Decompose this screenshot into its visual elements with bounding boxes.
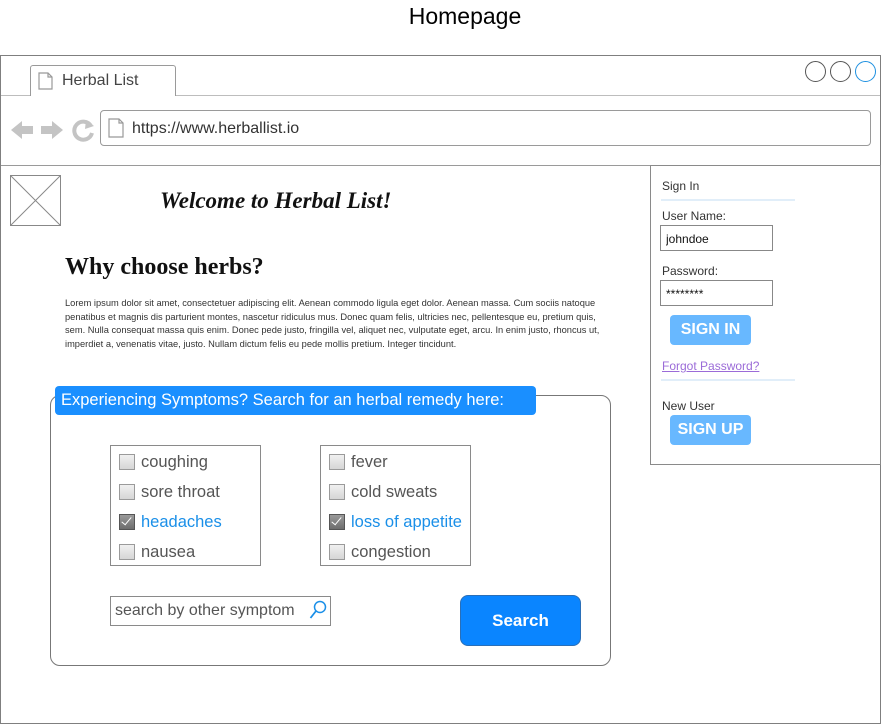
window-control-maximize[interactable]: [830, 61, 851, 82]
checkbox-label: congestion: [351, 542, 431, 561]
page-title: Homepage: [408, 3, 522, 29]
section-heading: Why choose herbs?: [65, 254, 264, 280]
other-symptom-input[interactable]: [115, 600, 305, 622]
search-banner: Experiencing Symptoms? Search for an her…: [55, 386, 536, 415]
sign-in-button[interactable]: SIGN IN: [670, 315, 751, 345]
symptom-checklist-left: coughing sore throat headaches nausea: [110, 445, 261, 566]
url-text[interactable]: https://www.herballist.io: [132, 119, 299, 139]
search-button[interactable]: Search: [460, 595, 581, 646]
forward-arrow-icon[interactable]: [41, 121, 63, 139]
checkbox-fever[interactable]: fever: [329, 451, 388, 473]
checkbox-loss-of-appetite[interactable]: loss of appetite: [329, 511, 462, 533]
checkbox-box[interactable]: [119, 544, 135, 560]
username-field[interactable]: [660, 225, 773, 251]
checkbox-label: coughing: [141, 452, 208, 471]
symptom-checklist-right: fever cold sweats loss of appetite conge…: [320, 445, 471, 566]
checkbox-box[interactable]: [329, 454, 345, 470]
nav-buttons: [11, 119, 94, 142]
tab-title: Herbal List: [62, 72, 139, 89]
welcome-heading: Welcome to Herbal List!: [160, 188, 392, 213]
checkbox-label: headaches: [141, 512, 222, 531]
checkbox-box[interactable]: [119, 514, 135, 530]
checkbox-nausea[interactable]: nausea: [119, 541, 195, 563]
checkbox-box[interactable]: [119, 484, 135, 500]
checkbox-label: fever: [351, 452, 388, 471]
username-label: User Name:: [662, 209, 727, 223]
page-icon: [108, 118, 124, 138]
password-label: Password:: [662, 264, 719, 278]
sign-up-button[interactable]: SIGN UP: [670, 415, 751, 445]
back-arrow-icon[interactable]: [11, 121, 33, 139]
forgot-password-link[interactable]: Forgot Password?: [662, 359, 759, 373]
checkbox-headaches[interactable]: headaches: [119, 511, 222, 533]
password-field[interactable]: [660, 280, 773, 306]
checkbox-box[interactable]: [119, 454, 135, 470]
divider: [661, 379, 795, 381]
checkbox-box[interactable]: [329, 484, 345, 500]
password-input[interactable]: [666, 285, 766, 302]
checkbox-sore-throat[interactable]: sore throat: [119, 481, 220, 503]
checkbox-coughing[interactable]: coughing: [119, 451, 208, 473]
sign-in-title: Sign In: [662, 179, 700, 193]
other-symptom-search[interactable]: [110, 596, 331, 626]
checkbox-label: nausea: [141, 542, 196, 561]
divider: [661, 199, 795, 201]
search-icon[interactable]: [309, 600, 327, 620]
page-icon: [38, 72, 53, 90]
checkbox-cold-sweats[interactable]: cold sweats: [329, 481, 437, 503]
checkbox-congestion[interactable]: congestion: [329, 541, 431, 563]
window-control-minimize[interactable]: [805, 61, 826, 82]
body-paragraph: Lorem ipsum dolor sit amet, consectetuer…: [65, 298, 600, 349]
checkbox-box[interactable]: [329, 514, 345, 530]
checkbox-label: sore throat: [141, 482, 220, 501]
logo-image-placeholder: [10, 175, 61, 226]
checkbox-label: cold sweats: [351, 482, 438, 501]
checkbox-box[interactable]: [329, 544, 345, 560]
window-control-close[interactable]: [855, 61, 876, 82]
new-user-label: New User: [662, 399, 715, 413]
username-input[interactable]: [666, 230, 766, 247]
reload-icon[interactable]: [72, 119, 94, 142]
checkbox-label: loss of appetite: [351, 512, 462, 531]
